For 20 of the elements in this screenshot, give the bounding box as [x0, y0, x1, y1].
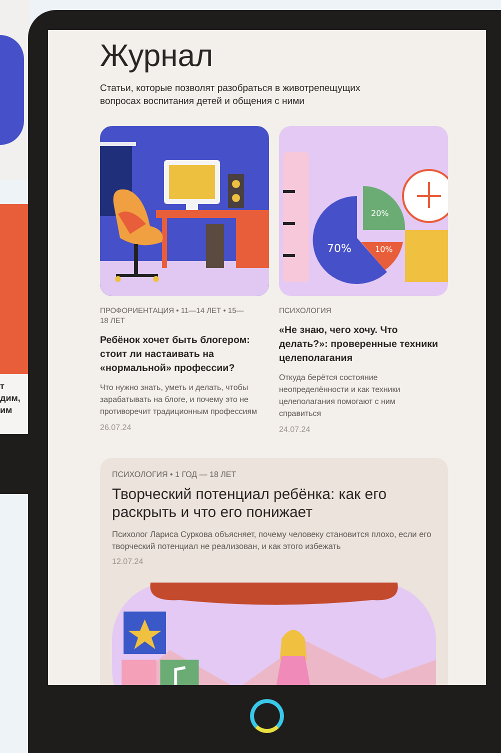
percent-label: 10% [375, 245, 393, 254]
article-description: Психолог Лариса Суркова объясняет, почему человеку становится плохо, если его творческий потенциал не реализован, и как этого избежать [112, 528, 432, 552]
home-button[interactable] [250, 699, 284, 733]
article-card[interactable] [100, 458, 448, 685]
text-fragment: т [0, 380, 6, 392]
page-subtitle: Статьи, которые позволят разобраться в животрепещущих вопросах воспитания детей и общения с ними [100, 82, 362, 108]
text-fragment: им [0, 404, 14, 416]
article-tags: ПСИХОЛОГИЯ • 1 ГОД — 18 ЛЕТ [112, 470, 436, 480]
percent-label: 20% [371, 209, 389, 218]
article-title-link[interactable]: Ребёнок хочет быть блогером: стоит ли настаивать на «нормальной» профессии? [100, 334, 266, 376]
percent-label: 70% [327, 242, 352, 255]
article-date: 24.07.24 [279, 424, 312, 436]
article-title-link[interactable]: «Не знаю, чего хочу. Что делать?»: проверенные техники целеполагания [279, 324, 445, 366]
article-description: Откуда берётся состояние неопределённости и как техники целеполагания помогают с ним справиться [279, 372, 402, 420]
article-title-link[interactable]: Творческий потенциал ребёнка: как его раскрыть и что его понижает [112, 486, 436, 522]
page-title: Журнал [100, 38, 214, 74]
article-date: 12.07.24 [112, 556, 144, 568]
article-date: 26.07.24 [100, 422, 132, 434]
text-fragment: дим, [0, 392, 22, 404]
article-description: Что нужно знать, уметь и делать, чтобы зарабатывать на блоге, и почему это не противоречит традиционным профессиям [100, 382, 258, 418]
